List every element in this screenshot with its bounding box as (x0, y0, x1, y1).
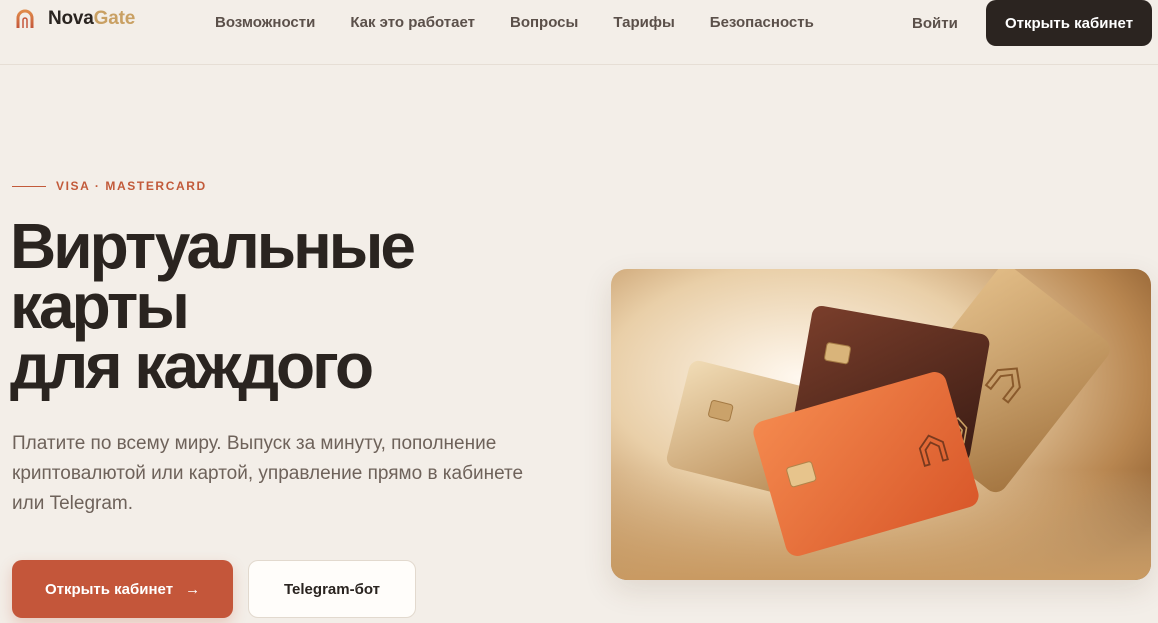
telegram-bot-button[interactable]: Telegram-бот (248, 560, 416, 618)
arrow-right-icon: → (185, 580, 201, 598)
logo-text-gate: Gate (93, 8, 136, 29)
hero-eyebrow: VISA · MASTERCARD (12, 179, 207, 193)
hero-title-line-2: карты (10, 270, 190, 342)
main-nav: Возможности Как это работает Вопросы Тар… (215, 15, 849, 31)
logo[interactable]: NovaGate (16, 8, 135, 30)
hero-lead-text: Платите по всему миру. Выпуск за минуту,… (12, 433, 524, 514)
nav-item-how-it-works[interactable]: Как это работает (350, 15, 475, 31)
nav-item-faq[interactable]: Вопросы (510, 15, 578, 31)
hero-cards-image (611, 269, 1151, 580)
nav-item-features[interactable]: Возможности (215, 15, 315, 31)
arch-icon (16, 9, 34, 28)
eyebrow-text: VISA · MASTERCARD (56, 179, 207, 193)
hero-title-line-1: Виртуальные (10, 210, 416, 282)
site-header: NovaGate Возможности Как это работает Во… (0, 0, 1158, 65)
hero-title-line-3: для каждого (10, 330, 374, 402)
hero-title: Виртуальные карты для каждого (10, 210, 570, 402)
nav-item-pricing[interactable]: Тарифы (613, 15, 674, 31)
eyebrow-divider (12, 185, 46, 187)
login-link[interactable]: Войти (912, 15, 958, 32)
logo-text: NovaGate (48, 8, 135, 30)
cards-illustration (611, 269, 1151, 580)
open-cabinet-button[interactable]: Открыть кабинет → (12, 560, 233, 618)
logo-text-nova: Nova (48, 8, 94, 29)
open-cabinet-header-button[interactable]: Открыть кабинет (986, 0, 1152, 46)
open-cabinet-button-label: Открыть кабинет (44, 580, 174, 598)
nav-item-security[interactable]: Безопасность (710, 15, 814, 31)
